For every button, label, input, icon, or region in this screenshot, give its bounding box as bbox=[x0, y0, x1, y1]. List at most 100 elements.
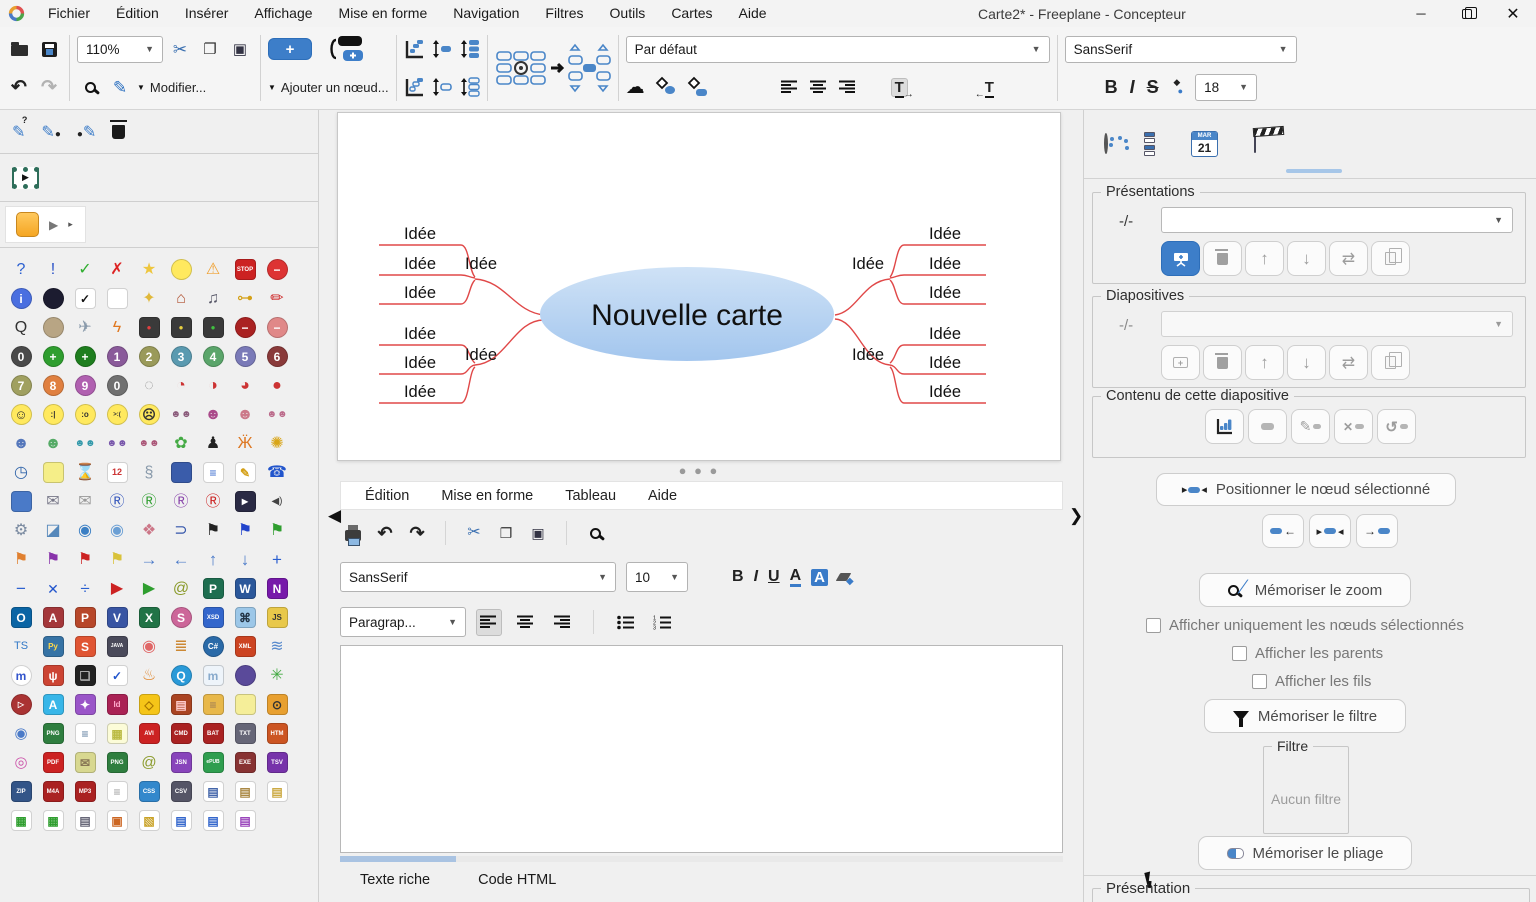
palette-icon[interactable]: ☻ bbox=[13, 436, 30, 452]
parent-node[interactable]: Idée bbox=[465, 346, 497, 364]
child-node[interactable]: Idée bbox=[929, 383, 961, 401]
assign-icon-button[interactable]: ?✎ bbox=[12, 122, 25, 142]
menu-édition[interactable]: Édition bbox=[103, 0, 172, 27]
root-node[interactable]: Nouvelle carte bbox=[591, 299, 783, 332]
align-left-icon[interactable] bbox=[781, 80, 799, 95]
palette-icon[interactable]: ▶ bbox=[235, 491, 256, 512]
remove-icons-button[interactable] bbox=[112, 125, 125, 139]
move-presentation-down-button[interactable]: ↓ bbox=[1287, 241, 1326, 276]
palette-icon[interactable]: ▦ bbox=[11, 810, 32, 831]
palette-icon[interactable]: ✉ bbox=[78, 494, 91, 510]
palette-icon[interactable]: ⚑ bbox=[78, 552, 92, 568]
palette-icon[interactable]: ✓ bbox=[78, 262, 91, 278]
move-slide-down-button[interactable]: ↓ bbox=[1287, 345, 1326, 380]
palette-icon[interactable]: ⊶ bbox=[237, 291, 253, 307]
palette-icon[interactable]: ▦ bbox=[43, 810, 64, 831]
palette-icon[interactable]: Py bbox=[43, 636, 64, 657]
palette-icon[interactable]: O bbox=[11, 607, 32, 628]
palette-icon[interactable]: ▤ bbox=[235, 810, 256, 831]
palette-icon[interactable]: 3 bbox=[171, 346, 192, 367]
palette-icon[interactable]: − bbox=[235, 317, 256, 338]
palette-icon[interactable]: PNG bbox=[107, 752, 128, 773]
palette-icon[interactable] bbox=[171, 259, 192, 280]
palette-icon[interactable] bbox=[43, 462, 64, 483]
palette-icon[interactable]: M4A bbox=[43, 781, 64, 802]
palette-icon[interactable]: ↓ bbox=[241, 551, 250, 568]
menu-outils[interactable]: Outils bbox=[597, 0, 659, 27]
align-node-left-button[interactable]: ← bbox=[1262, 514, 1304, 548]
palette-icon[interactable]: 5 bbox=[235, 346, 256, 367]
palette-icon[interactable]: HTM bbox=[267, 723, 288, 744]
palette-icon[interactable]: Ⓡ bbox=[109, 494, 124, 509]
memorize-zoom-button[interactable]: ╱ Mémoriser le zoom bbox=[1199, 573, 1411, 607]
palette-icon[interactable]: ❏ bbox=[75, 665, 96, 686]
note-paste-button[interactable]: ▣ bbox=[525, 520, 551, 547]
palette-icon[interactable]: ! bbox=[51, 262, 55, 278]
palette-icon[interactable]: ★ bbox=[142, 262, 156, 278]
palette-icon[interactable]: ☻☻ bbox=[170, 410, 191, 420]
zoom-tool-button[interactable] bbox=[77, 74, 103, 101]
child-node[interactable]: Idée bbox=[929, 354, 961, 372]
note-bold-button[interactable]: B bbox=[732, 568, 744, 586]
palette-icon[interactable]: − bbox=[267, 317, 288, 338]
palette-icon[interactable]: ≡ bbox=[203, 462, 224, 483]
palette-icon[interactable]: + bbox=[43, 346, 64, 367]
palette-icon[interactable]: m bbox=[203, 665, 224, 686]
palette-icon[interactable]: ⚑ bbox=[238, 523, 252, 539]
align-node-center-button[interactable]: ▸◂ bbox=[1309, 514, 1351, 548]
palette-icon[interactable]: ◉ bbox=[78, 523, 92, 539]
palette-icon[interactable]: ✎ bbox=[235, 462, 256, 483]
expand-small-arrow-icon[interactable]: ▸ bbox=[68, 219, 73, 230]
checkbox[interactable] bbox=[1252, 674, 1267, 689]
palette-icon[interactable]: ● bbox=[171, 317, 192, 338]
palette-icon[interactable]: ☻☻ bbox=[138, 439, 159, 449]
palette-icon[interactable]: ◉ bbox=[110, 523, 124, 539]
palette-icon[interactable]: XSD bbox=[203, 607, 224, 628]
palette-icon[interactable]: ◔ bbox=[176, 378, 186, 394]
palette-icon[interactable]: ⌂ bbox=[176, 291, 186, 307]
note-remove-format-button[interactable]: ◆ bbox=[838, 568, 854, 587]
palette-icon[interactable] bbox=[171, 462, 192, 483]
child-node[interactable]: Idée bbox=[404, 255, 436, 273]
position-selected-node-button[interactable]: ▸◂ Positionner le nœud sélectionné bbox=[1156, 473, 1456, 506]
child-node[interactable]: Idée bbox=[929, 284, 961, 302]
font-family-select[interactable]: SansSerif▼ bbox=[1065, 36, 1297, 63]
palette-icon[interactable]: ❖ bbox=[142, 523, 156, 539]
sort-children-icon[interactable] bbox=[404, 39, 424, 59]
palette-icon[interactable]: ◎ bbox=[14, 755, 27, 770]
palette-icon[interactable]: − bbox=[16, 580, 26, 597]
align-center-icon[interactable] bbox=[809, 80, 827, 95]
palette-icon[interactable]: ▤ bbox=[171, 694, 192, 715]
palette-icon[interactable]: ≡ bbox=[203, 694, 224, 715]
strikethrough-button[interactable]: S bbox=[1147, 78, 1159, 96]
menu-aide[interactable]: Aide bbox=[726, 0, 780, 27]
note-align-right-button[interactable] bbox=[548, 609, 574, 636]
palette-icon[interactable]: ⚙ bbox=[14, 523, 28, 539]
palette-icon[interactable]: 1 bbox=[107, 346, 128, 367]
palette-icon[interactable]: Ⓡ bbox=[205, 494, 220, 509]
child-node[interactable]: Idée bbox=[404, 284, 436, 302]
palette-icon[interactable]: i bbox=[11, 288, 32, 309]
menu-affichage[interactable]: Affichage bbox=[241, 0, 325, 27]
palette-icon[interactable]: → bbox=[141, 551, 158, 568]
palette-icon[interactable]: ☻☻ bbox=[74, 439, 95, 449]
palette-icon[interactable]: − bbox=[267, 259, 288, 280]
folder-icon[interactable] bbox=[16, 212, 39, 237]
palette-icon[interactable]: XML bbox=[235, 636, 256, 657]
palette-icon[interactable]: C# bbox=[203, 636, 224, 657]
note-align-center-button[interactable] bbox=[512, 609, 538, 636]
child-node[interactable]: Idée bbox=[404, 354, 436, 372]
palette-icon[interactable]: >:( bbox=[107, 404, 128, 425]
move-branch-icon[interactable] bbox=[460, 39, 480, 59]
palette-icon[interactable] bbox=[11, 491, 32, 512]
palette-icon[interactable]: ▤ bbox=[171, 810, 192, 831]
palette-icon[interactable]: S bbox=[171, 607, 192, 628]
undo-button[interactable]: ↶ bbox=[6, 74, 32, 101]
note-text-area[interactable] bbox=[340, 645, 1063, 853]
collapse-right-icon[interactable]: ❯ bbox=[1069, 506, 1083, 526]
palette-icon[interactable]: ? bbox=[17, 262, 26, 278]
palette-icon[interactable]: AVI bbox=[139, 723, 160, 744]
edit-node-button[interactable]: ✎ bbox=[107, 74, 133, 101]
add-node-menu-button[interactable]: ▼Ajouter un nœud... bbox=[268, 80, 389, 95]
palette-icon[interactable]: ✳ bbox=[270, 668, 283, 684]
